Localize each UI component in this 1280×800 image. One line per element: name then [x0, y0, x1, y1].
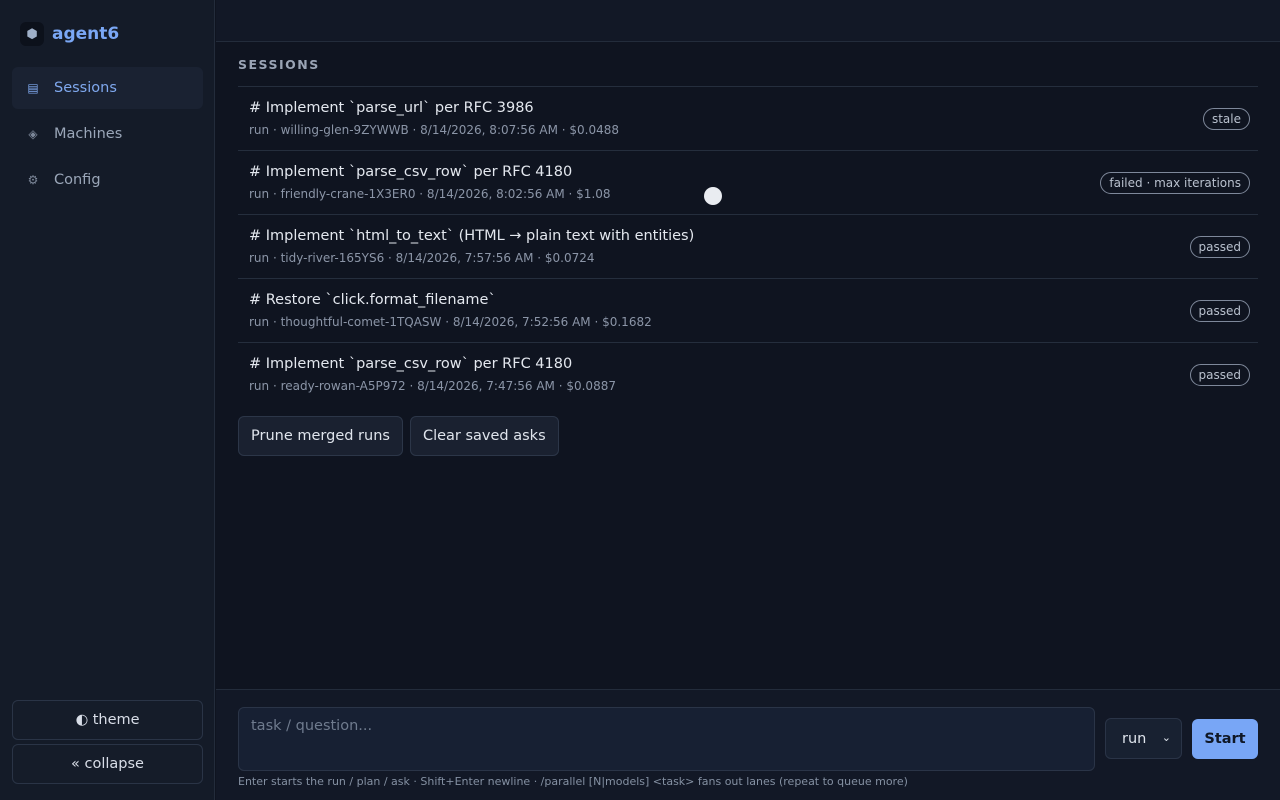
sidebar: ⬢ agent6 ▤ Sessions ◈ Machines ⚙ Config … — [0, 0, 215, 800]
mode-select[interactable]: run ⌄ — [1105, 718, 1182, 759]
session-title: # Implement `parse_url` per RFC 3986 — [249, 100, 534, 116]
composer-hint: Enter starts the run / plan / ask · Shif… — [238, 775, 908, 788]
sidebar-item-sessions[interactable]: ▤ Sessions — [12, 67, 203, 109]
brand-name: agent6 — [52, 24, 120, 44]
chevron-down-icon: ⌄ — [1161, 731, 1171, 744]
session-title: # Implement `parse_csv_row` per RFC 4180 — [249, 356, 573, 372]
task-input[interactable] — [238, 707, 1095, 771]
session-meta: run · ready-rowan-A5P972 · 8/14/2026, 7:… — [249, 379, 616, 393]
session-row[interactable]: # Restore `click.format_filename` run · … — [238, 279, 1258, 343]
status-badge: passed — [1189, 364, 1250, 386]
session-meta: run · tidy-river-165YS6 · 8/14/2026, 7:5… — [249, 251, 595, 265]
session-meta: run · friendly-crane-1X3ER0 · 8/14/2026,… — [249, 187, 611, 201]
clear-saved-asks-button[interactable]: Clear saved asks — [409, 416, 559, 456]
sidebar-item-config[interactable]: ⚙ Config — [12, 159, 203, 201]
session-meta: run · thoughtful-comet-1TQASW · 8/14/202… — [249, 315, 652, 329]
sidebar-item-label: Machines — [54, 126, 123, 142]
sessions-heading: SESSIONS — [238, 57, 320, 72]
gear-icon: ⚙ — [27, 173, 39, 187]
top-bar — [216, 0, 1280, 42]
theme-toggle-button[interactable]: ◐ theme — [12, 700, 203, 740]
list-icon: ▤ — [27, 81, 39, 95]
session-title: # Implement `parse_csv_row` per RFC 4180 — [249, 164, 573, 180]
prune-merged-runs-button[interactable]: Prune merged runs — [238, 416, 403, 456]
sidebar-item-machines[interactable]: ◈ Machines — [12, 113, 203, 155]
session-title: # Restore `click.format_filename` — [249, 292, 496, 308]
sessions-list: # Implement `parse_url` per RFC 3986 run… — [238, 86, 1258, 407]
hexagon-icon: ⬢ — [20, 22, 44, 46]
app-window: ⬢ agent6 ▤ Sessions ◈ Machines ⚙ Config … — [0, 0, 1280, 800]
collapse-sidebar-button[interactable]: « collapse — [12, 744, 203, 784]
session-actions: Prune merged runs Clear saved asks — [238, 416, 566, 456]
session-row[interactable]: # Implement `parse_csv_row` per RFC 4180… — [238, 151, 1258, 215]
brand[interactable]: ⬢ agent6 — [20, 22, 119, 46]
mode-select-value: run — [1122, 730, 1147, 747]
sidebar-item-label: Sessions — [54, 80, 117, 96]
status-badge: passed — [1189, 236, 1250, 258]
session-meta: run · willing-glen-9ZYWWB · 8/14/2026, 8… — [249, 123, 620, 137]
session-row[interactable]: # Implement `html_to_text` (HTML → plain… — [238, 215, 1258, 279]
status-badge: failed · max iterations — [1100, 172, 1250, 194]
diamond-icon: ◈ — [28, 127, 38, 141]
session-title: # Implement `html_to_text` (HTML → plain… — [249, 228, 695, 244]
sidebar-nav: ▤ Sessions ◈ Machines ⚙ Config — [12, 67, 203, 205]
session-row[interactable]: # Implement `parse_url` per RFC 3986 run… — [238, 87, 1258, 151]
session-row[interactable]: # Implement `parse_csv_row` per RFC 4180… — [238, 343, 1258, 407]
sidebar-item-label: Config — [54, 172, 101, 188]
status-badge: passed — [1189, 300, 1250, 322]
status-badge: stale — [1202, 108, 1250, 130]
pointer-cursor — [704, 187, 722, 205]
start-button[interactable]: Start — [1192, 719, 1258, 759]
composer: run ⌄ Start Enter starts the run / plan … — [216, 689, 1280, 800]
